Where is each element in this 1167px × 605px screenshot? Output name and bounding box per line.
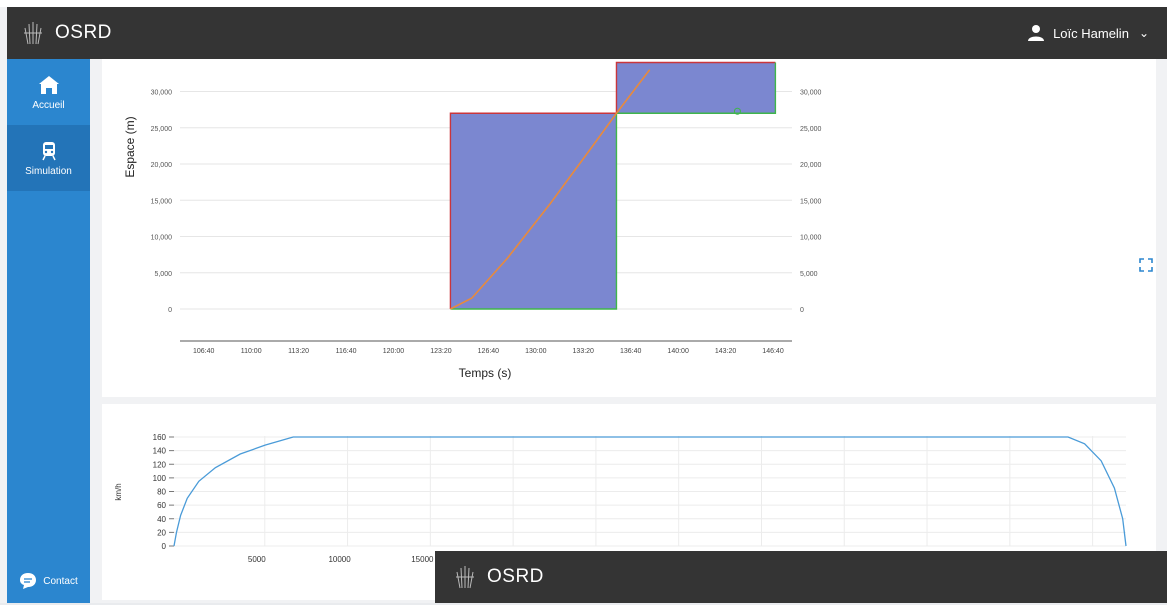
x-tick-label: 116:40 xyxy=(336,348,357,355)
top-strip xyxy=(0,0,1167,7)
y-tick-label: 100 xyxy=(153,474,167,483)
x-tick-label: 15000 xyxy=(411,555,434,564)
y-tick-label: 0 xyxy=(162,542,167,551)
x-axis-title: Temps (s) xyxy=(459,366,512,380)
contact-button[interactable]: Contact xyxy=(7,559,90,603)
home-icon xyxy=(38,75,59,94)
contact-label: Contact xyxy=(43,575,78,587)
x-tick-label: 5000 xyxy=(248,555,266,564)
y-tick-label-right: 10,000 xyxy=(800,235,822,242)
brand[interactable]: OSRD xyxy=(21,21,112,45)
y-tick-label: 0 xyxy=(168,307,172,314)
y-tick-label: 20 xyxy=(157,528,166,537)
sidebar-item-accueil[interactable]: Accueil xyxy=(7,59,90,125)
expand-icon[interactable] xyxy=(1139,258,1153,272)
y-tick-label-right: 20,000 xyxy=(800,162,822,169)
y-tick-label: 10,000 xyxy=(151,235,173,242)
chat-icon xyxy=(20,573,37,589)
y-tick-label: 20,000 xyxy=(151,162,173,169)
y-tick-label-right: 30,000 xyxy=(800,90,822,97)
x-tick-label: 140:00 xyxy=(667,348,689,355)
x-tick-label: 110:00 xyxy=(241,348,262,355)
y-tick-label: 25,000 xyxy=(151,126,173,133)
y-axis-title: Espace (m) xyxy=(123,116,137,177)
y-tick-label: 60 xyxy=(157,501,166,510)
sidebar-item-label: Simulation xyxy=(25,165,72,177)
y-tick-label: 80 xyxy=(157,488,166,497)
top-navbar: OSRD Loïc Hamelin ⌄ xyxy=(7,7,1167,59)
overlay-navbar: OSRD xyxy=(435,551,1167,603)
overlay-app-name: OSRD xyxy=(487,566,544,587)
x-tick-label: 120:00 xyxy=(383,348,405,355)
y-tick-label: 15,000 xyxy=(151,198,173,205)
user-icon xyxy=(1028,25,1045,41)
app-name: OSRD xyxy=(55,22,112,43)
x-tick-label: 10000 xyxy=(328,555,351,564)
y-tick-label-right: 25,000 xyxy=(800,126,822,133)
x-tick-label: 136:40 xyxy=(620,348,642,355)
occupancy-block xyxy=(616,62,776,114)
user-menu[interactable]: Loïc Hamelin ⌄ xyxy=(1027,24,1149,42)
sidebar-item-simulation[interactable]: Simulation xyxy=(7,125,90,191)
y-axis-title: km/h xyxy=(114,483,123,500)
space-time-chart-panel: 0 0 5,000 5,000 10,000 10,000 15,000 15,000 20,0… xyxy=(102,59,1156,397)
x-tick-label: 130:00 xyxy=(525,348,547,355)
occupancy-block xyxy=(450,113,617,309)
y-tick-label: 40 xyxy=(157,515,166,524)
train-icon xyxy=(41,141,56,160)
y-tick-label-right: 0 xyxy=(800,307,804,314)
space-time-chart[interactable]: 0 0 5,000 5,000 10,000 10,000 15,000 15,000 20,0… xyxy=(102,59,1156,397)
user-name: Loïc Hamelin xyxy=(1053,25,1129,41)
x-tick-label: 106:40 xyxy=(193,348,215,355)
y-tick-label: 30,000 xyxy=(151,90,173,97)
sidebar: Accueil Simulation Contact xyxy=(7,59,90,603)
x-tick-label: 126:40 xyxy=(478,348,500,355)
x-tick-label: 123:20 xyxy=(430,348,452,355)
y-tick-label: 120 xyxy=(153,460,167,469)
osrd-logo-icon xyxy=(24,22,42,45)
y-tick-label-right: 15,000 xyxy=(800,198,822,205)
x-tick-label: 133:20 xyxy=(573,348,595,355)
y-tick-label-right: 5,000 xyxy=(800,271,818,278)
chevron-down-icon: ⌄ xyxy=(1138,26,1149,40)
x-tick-label: 143:20 xyxy=(715,348,737,355)
y-tick-label: 160 xyxy=(153,433,167,442)
y-tick-label: 140 xyxy=(153,447,167,456)
y-tick-label: 5,000 xyxy=(154,271,172,278)
x-tick-label: 146:40 xyxy=(762,348,784,355)
x-tick-label: 113:20 xyxy=(288,348,309,355)
osrd-logo-icon xyxy=(456,566,474,589)
sidebar-item-label: Accueil xyxy=(32,99,65,111)
